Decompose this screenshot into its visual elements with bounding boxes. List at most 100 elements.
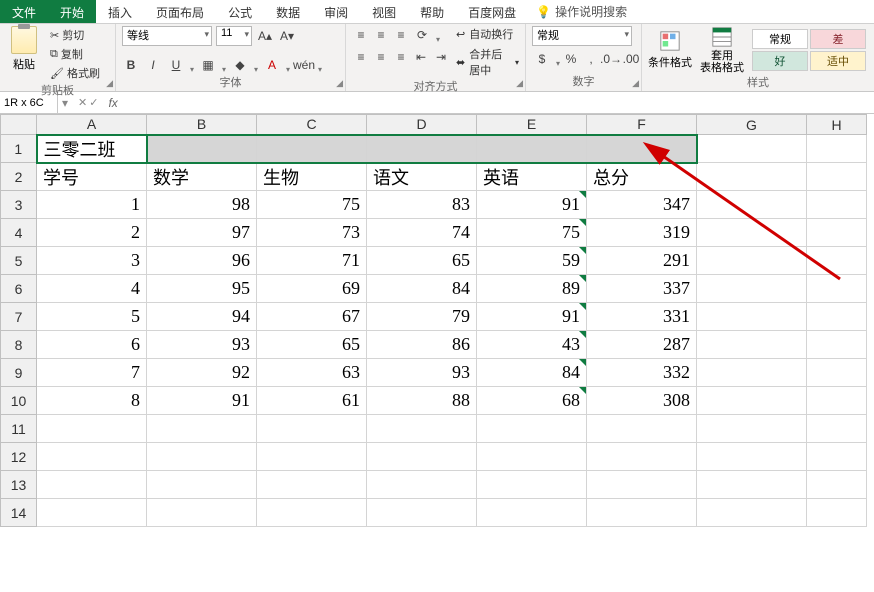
cell-A11[interactable] [37,415,147,443]
cell-A1[interactable]: 三零二班 [37,135,147,163]
row-header-6[interactable]: 6 [1,275,37,303]
cell-F1[interactable] [587,135,697,163]
cell-H2[interactable] [807,163,867,191]
tab-help[interactable]: 帮助 [408,0,456,23]
cell-H4[interactable] [807,219,867,247]
cell-E5[interactable]: 59 [477,247,587,275]
cell-E12[interactable] [477,443,587,471]
cell-D7[interactable]: 79 [367,303,477,331]
cell-D12[interactable] [367,443,477,471]
cell-C6[interactable]: 69 [257,275,367,303]
decrease-font-button[interactable]: A▾ [278,27,296,45]
cell-G9[interactable] [697,359,807,387]
cell-E1[interactable] [477,135,587,163]
tab-review[interactable]: 审阅 [312,0,360,23]
cell-H9[interactable] [807,359,867,387]
tab-home[interactable]: 开始 [48,0,96,23]
tab-baidu-netdisk[interactable]: 百度网盘 [456,0,528,23]
cell-H6[interactable] [807,275,867,303]
cell-C13[interactable] [257,471,367,499]
cell-B11[interactable] [147,415,257,443]
cell-F12[interactable] [587,443,697,471]
increase-decimal-button[interactable]: .0→ [602,50,620,68]
cell-A10[interactable]: 8 [37,387,147,415]
font-launcher[interactable]: ◢ [336,78,343,89]
italic-button[interactable]: I [144,56,162,74]
cell-C7[interactable]: 67 [257,303,367,331]
cut-button[interactable]: ✂剪切 [48,26,102,44]
decrease-decimal-button[interactable]: .00 [622,50,640,68]
increase-indent-button[interactable]: ⇥ [432,48,450,66]
cell-F9[interactable]: 332 [587,359,697,387]
orientation-button[interactable]: ⟳ [412,26,440,44]
cell-B13[interactable] [147,471,257,499]
cell-B6[interactable]: 95 [147,275,257,303]
cell-A14[interactable] [37,499,147,527]
cell-A7[interactable]: 5 [37,303,147,331]
cell-G10[interactable] [697,387,807,415]
row-header-2[interactable]: 2 [1,163,37,191]
cell-C8[interactable]: 65 [257,331,367,359]
row-header-8[interactable]: 8 [1,331,37,359]
style-neutral[interactable]: 适中 [810,51,866,71]
cell-B12[interactable] [147,443,257,471]
cell-G8[interactable] [697,331,807,359]
cell-H8[interactable] [807,331,867,359]
cell-E7[interactable]: 91 [477,303,587,331]
cell-E9[interactable]: 84 [477,359,587,387]
row-header-5[interactable]: 5 [1,247,37,275]
cell-F4[interactable]: 319 [587,219,697,247]
cell-G5[interactable] [697,247,807,275]
style-bad[interactable]: 差 [810,29,866,49]
align-top-button[interactable]: ≡ [352,26,370,44]
cell-G12[interactable] [697,443,807,471]
underline-button[interactable]: U [166,56,194,74]
cell-F10[interactable]: 308 [587,387,697,415]
paste-button[interactable]: 粘贴 [6,26,42,72]
cell-H5[interactable] [807,247,867,275]
cell-B4[interactable]: 97 [147,219,257,247]
wrap-text-button[interactable]: ↩自动换行 [456,26,519,42]
align-middle-button[interactable]: ≡ [372,26,390,44]
cell-E6[interactable]: 89 [477,275,587,303]
cell-F11[interactable] [587,415,697,443]
font-name-combo[interactable]: 等线 [122,26,212,46]
tab-file[interactable]: 文件 [0,0,48,23]
worksheet-grid[interactable]: A B C D E F G H 1 三零二班 2 学号 数学 生物 语文 英语 … [0,114,874,527]
cell-E13[interactable] [477,471,587,499]
cell-D6[interactable]: 84 [367,275,477,303]
cell-H10[interactable] [807,387,867,415]
cell-E3[interactable]: 91 [477,191,587,219]
cell-A3[interactable]: 1 [37,191,147,219]
row-header-7[interactable]: 7 [1,303,37,331]
col-header-C[interactable]: C [257,115,367,135]
col-header-B[interactable]: B [147,115,257,135]
cell-C11[interactable] [257,415,367,443]
cell-A8[interactable]: 6 [37,331,147,359]
align-center-button[interactable]: ≡ [372,48,390,66]
increase-font-button[interactable]: A▴ [256,27,274,45]
cell-C4[interactable]: 73 [257,219,367,247]
cell-G2[interactable] [697,163,807,191]
col-header-E[interactable]: E [477,115,587,135]
cell-F2[interactable]: 总分 [587,163,697,191]
border-button[interactable]: ▦ [198,56,226,74]
cell-C10[interactable]: 61 [257,387,367,415]
fx-icon[interactable]: fx [108,96,117,110]
col-header-G[interactable]: G [697,115,807,135]
cell-G3[interactable] [697,191,807,219]
format-painter-button[interactable]: 🖌格式刷 [48,64,102,82]
cell-B2[interactable]: 数学 [147,163,257,191]
style-good[interactable]: 好 [752,51,808,71]
cell-F8[interactable]: 287 [587,331,697,359]
cell-D2[interactable]: 语文 [367,163,477,191]
cell-D13[interactable] [367,471,477,499]
cell-B5[interactable]: 96 [147,247,257,275]
row-header-13[interactable]: 13 [1,471,37,499]
tab-data[interactable]: 数据 [264,0,312,23]
col-header-H[interactable]: H [807,115,867,135]
cell-H1[interactable] [807,135,867,163]
cell-C14[interactable] [257,499,367,527]
row-header-10[interactable]: 10 [1,387,37,415]
row-header-11[interactable]: 11 [1,415,37,443]
